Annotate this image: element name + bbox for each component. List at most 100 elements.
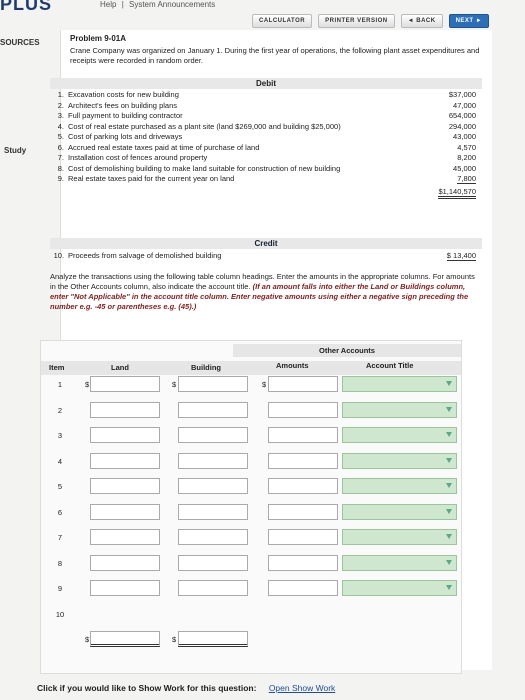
list-item: 3. Full payment to building contractor 654… [52, 111, 482, 122]
item-number: 8. [57, 163, 64, 173]
table-row: 7 [40, 527, 460, 549]
item-number: 6 [57, 507, 63, 517]
debit-total: $1,140,570 [438, 187, 476, 199]
building-input[interactable] [178, 529, 248, 545]
sidebar-resources[interactable]: SOURCES [0, 38, 40, 47]
chevron-down-icon [446, 483, 452, 488]
dollar-sign-total-land: $ [85, 635, 90, 644]
item-number: 10 [55, 609, 65, 619]
item-number: 9. [57, 174, 64, 183]
land-input[interactable] [90, 401, 160, 418]
calculator-button[interactable]: CALCULATOR [252, 14, 313, 28]
printer-version-button[interactable]: PRINTER VERSION [318, 14, 395, 28]
item-number: 1 [57, 380, 63, 389]
announcements-link[interactable]: System Announcements [129, 0, 215, 9]
item-text: Accrued real estate taxes paid at time o… [68, 142, 260, 152]
item-number: 8 [57, 558, 63, 568]
credit-header: Credit [50, 238, 482, 249]
chevron-down-icon [446, 406, 452, 412]
sidebar-study[interactable]: Study [4, 146, 26, 155]
credit-item: 10. Proceeds from salvage of demolished b… [52, 251, 482, 262]
back-button[interactable]: ◄ BACK [400, 14, 443, 28]
link-separator: | [121, 0, 124, 9]
land-input[interactable] [90, 452, 160, 469]
table-row: 6 [40, 502, 460, 524]
item-text: Cost of real estate purchased as a plant… [68, 121, 341, 131]
land-input[interactable] [90, 376, 160, 392]
item-text: Proceeds from salvage of demolished buil… [68, 251, 222, 260]
building-input[interactable] [178, 401, 248, 418]
other-amount-input[interactable] [268, 580, 338, 596]
land-input[interactable] [90, 478, 160, 494]
building-total-input[interactable] [178, 631, 248, 647]
chevron-down-icon [446, 432, 452, 437]
account-title-select[interactable] [342, 554, 457, 571]
col-header-item: Item [49, 363, 65, 372]
dollar-sign-total-building: $ [172, 635, 177, 644]
table-row: 9 [40, 578, 460, 600]
next-button[interactable]: NEXT ► [448, 14, 490, 28]
dollar-sign-land: $ [85, 380, 90, 389]
other-amount-input[interactable] [268, 503, 338, 520]
building-input[interactable] [178, 478, 248, 494]
building-input[interactable] [178, 452, 248, 469]
item-text: Architect's fees on building plans [68, 100, 177, 110]
account-title-select[interactable] [342, 580, 457, 596]
problem-title: Problem 9-01A [70, 34, 127, 43]
building-input[interactable] [178, 554, 248, 571]
account-title-select[interactable] [342, 401, 457, 418]
land-total-input[interactable] [90, 631, 160, 647]
account-title-select[interactable] [342, 427, 457, 443]
help-link[interactable]: Help [100, 0, 116, 9]
chevron-down-icon [446, 585, 452, 590]
item-text: Installation cost of fences around prope… [68, 153, 208, 162]
chevron-down-icon [446, 508, 452, 514]
item-text: Cost of parking lots and driveways [68, 132, 183, 141]
item-number: 7 [57, 533, 63, 542]
building-input[interactable] [178, 580, 248, 596]
show-work-prompt: Click if you would like to Show Work for… [37, 683, 257, 693]
open-show-work-link[interactable]: Open Show Work [269, 683, 335, 693]
list-item: 2. Architect's fees on building plans 47,0… [52, 101, 482, 112]
account-title-select[interactable] [342, 503, 457, 520]
list-item: 6. Accrued real estate taxes paid at time… [52, 143, 482, 154]
logo: PLUS [0, 0, 53, 14]
building-input[interactable] [178, 503, 248, 520]
land-input[interactable] [90, 554, 160, 571]
account-title-select[interactable] [342, 452, 457, 469]
top-bar: PLUS Help | System Announcements [0, 0, 525, 14]
other-amount-input[interactable] [268, 376, 338, 392]
table-row: 10 [40, 604, 460, 626]
other-amount-input[interactable] [268, 529, 338, 545]
other-amount-input[interactable] [268, 478, 338, 494]
other-amount-input[interactable] [268, 401, 338, 418]
dollar-sign-amounts: $ [262, 380, 267, 389]
other-amount-input[interactable] [268, 554, 338, 571]
building-input[interactable] [178, 427, 248, 443]
list-item: 5. Cost of parking lots and driveways 43,0… [52, 132, 482, 143]
totals-row: $ $ [40, 629, 460, 651]
list-item: 7. Installation cost of fences around pro… [52, 153, 482, 164]
top-links: Help | System Announcements [100, 0, 218, 9]
account-title-select[interactable] [342, 478, 457, 494]
item-text: Cost of demolishing building to make lan… [68, 163, 341, 173]
item-amount: 8,200 [457, 153, 476, 162]
building-input[interactable] [178, 376, 248, 392]
list-item: 9. Real estate taxes paid for the current… [52, 174, 482, 185]
item-number: 2. [57, 100, 64, 110]
other-amount-input[interactable] [268, 427, 338, 443]
debit-header: Debit [50, 78, 482, 89]
other-amount-input[interactable] [268, 452, 338, 469]
list-item: 4. Cost of real estate purchased as a pla… [52, 122, 482, 133]
chevron-down-icon [446, 457, 452, 463]
land-input[interactable] [90, 503, 160, 520]
other-accounts-header: Other Accounts [233, 344, 461, 357]
land-input[interactable] [90, 580, 160, 596]
account-title-select[interactable] [342, 376, 457, 392]
land-input[interactable] [90, 427, 160, 443]
item-amount: 43,000 [453, 132, 476, 141]
item-number: 3 [57, 431, 63, 440]
land-input[interactable] [90, 529, 160, 545]
item-number: 10. [53, 251, 64, 260]
account-title-select[interactable] [342, 529, 457, 545]
